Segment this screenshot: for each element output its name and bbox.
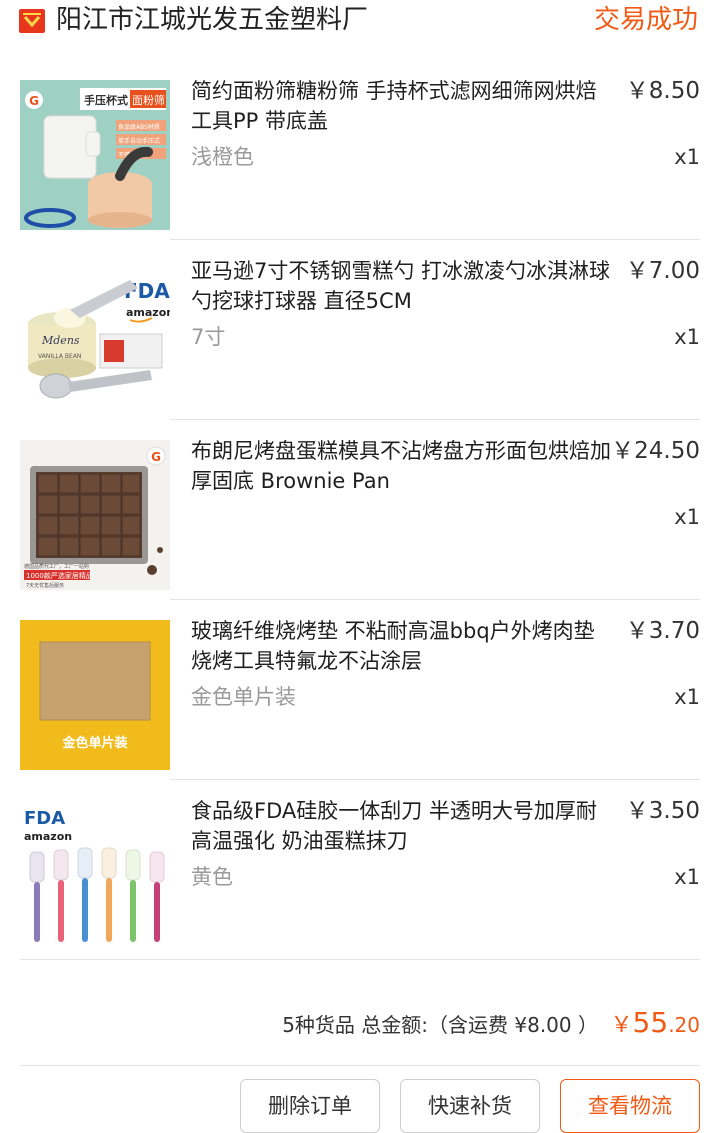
shop-header: 阳江市江城光发五金塑料厂 交易成功 bbox=[0, 0, 720, 42]
product-spec: 金色单片装 bbox=[191, 685, 296, 709]
amazon-logo: amazon bbox=[24, 830, 72, 843]
product-spec: 浅橙色 bbox=[191, 145, 254, 169]
order-item[interactable]: 金色单片装 玻璃纤维烧烤垫 不粘耐高温bbq户外烤肉垫烧烤工具特氟龙不沾涂层 金… bbox=[0, 600, 720, 780]
caption-line: 德国品质代工厂，工厂一站购 bbox=[24, 563, 89, 570]
product-quantity: x1 bbox=[674, 145, 700, 169]
feature-line: 单手自动手压式 bbox=[118, 137, 160, 145]
product-price: ￥24.50 bbox=[611, 438, 700, 464]
product-title[interactable]: 亚马逊7寸不锈钢雪糕勺 打冰激凌勺冰淇淋球勺挖球打球器 直径5CM bbox=[191, 256, 611, 316]
product-price: ￥3.50 bbox=[625, 798, 700, 824]
banner-text: 手压杯式 bbox=[84, 93, 128, 107]
shop-name[interactable]: 阳江市江城光发五金塑料厂 bbox=[56, 2, 368, 38]
amazon-logo: amazon bbox=[126, 306, 170, 319]
product-image[interactable]: G 德国品质代工厂，工厂一站购 1000款严选家居精品 7天无忧售后服务 bbox=[20, 440, 170, 590]
product-title[interactable]: 简约面粉筛糖粉筛 手持杯式滤网细筛网烘焙工具PP 带底盖 bbox=[191, 76, 611, 136]
thumb-label: 金色单片装 bbox=[61, 735, 127, 751]
fda-logo: FDA bbox=[24, 808, 65, 829]
order-item[interactable]: G 手压杯式 面粉筛 食品级ABS材质 单手自动手压式 不锈钢筛网 简约面粉筛糖… bbox=[0, 60, 720, 240]
summary-divider bbox=[20, 1065, 700, 1066]
product-spec: 黄色 bbox=[191, 865, 233, 889]
product-title[interactable]: 布朗尼烤盘蛋糕模具不沾烤盘方形面包烘焙加厚固底 Brownie Pan bbox=[191, 436, 611, 496]
total-integer: 55 bbox=[632, 1006, 669, 1039]
tub-brand: Mdens bbox=[41, 334, 80, 347]
product-price: ￥7.00 bbox=[625, 258, 700, 284]
product-image[interactable]: G 手压杯式 面粉筛 食品级ABS材质 单手自动手压式 不锈钢筛网 bbox=[20, 80, 170, 230]
delete-order-button[interactable]: 删除订单 bbox=[240, 1079, 380, 1133]
order-summary: 5种货品 总金额:（含运费 ¥8.00 ） ￥55.20 bbox=[0, 998, 720, 1050]
product-price: ￥3.70 bbox=[625, 618, 700, 644]
order-item[interactable]: G 德国品质代工厂，工厂一站购 1000款严选家居精品 7天无忧售后服务 布朗尼… bbox=[0, 420, 720, 600]
feature-line: 食品级ABS材质 bbox=[118, 123, 160, 131]
brand-badge: G bbox=[151, 450, 161, 464]
product-image[interactable]: FDA amazon bbox=[20, 800, 170, 950]
restock-button[interactable]: 快速补货 bbox=[400, 1079, 540, 1133]
banner-highlight: 面粉筛 bbox=[132, 93, 165, 107]
product-quantity: x1 bbox=[674, 325, 700, 349]
order-item[interactable]: FDA amazon 食品级FDA硅胶一体刮刀 半透明大号加厚耐高温强化 奶油蛋… bbox=[0, 780, 720, 960]
product-spec: 7寸 bbox=[191, 325, 226, 349]
caption-line: 7天无忧售后服务 bbox=[26, 582, 64, 589]
product-quantity: x1 bbox=[674, 865, 700, 889]
product-title[interactable]: 食品级FDA硅胶一体刮刀 半透明大号加厚耐高温强化 奶油蛋糕抹刀 bbox=[191, 796, 611, 856]
product-quantity: x1 bbox=[674, 505, 700, 529]
total-currency: ￥ bbox=[610, 1013, 633, 1038]
summary-label: 5种货品 总金额:（含运费 ¥8.00 ） bbox=[282, 1013, 598, 1037]
view-logistics-button[interactable]: 查看物流 bbox=[560, 1079, 700, 1133]
order-item[interactable]: FDA amazon Mdens VANILLA BEAN 亚马逊7寸不锈钢雪糕… bbox=[0, 240, 720, 420]
order-status: 交易成功 bbox=[593, 5, 698, 35]
product-image[interactable]: 金色单片装 bbox=[20, 620, 170, 770]
product-quantity: x1 bbox=[674, 685, 700, 709]
caption-line: 1000款严选家居精品 bbox=[26, 571, 93, 580]
brand-badge: G bbox=[29, 94, 39, 108]
shop-icon bbox=[19, 9, 45, 33]
tub-sub: VANILLA BEAN bbox=[38, 353, 81, 360]
order-total: ￥55.20 bbox=[611, 1006, 700, 1044]
total-decimal: .20 bbox=[668, 1013, 700, 1037]
product-price: ￥8.50 bbox=[625, 78, 700, 104]
item-divider bbox=[20, 959, 700, 960]
product-title[interactable]: 玻璃纤维烧烤垫 不粘耐高温bbq户外烤肉垫烧烤工具特氟龙不沾涂层 bbox=[191, 616, 611, 676]
product-image[interactable]: FDA amazon Mdens VANILLA BEAN bbox=[20, 260, 170, 410]
